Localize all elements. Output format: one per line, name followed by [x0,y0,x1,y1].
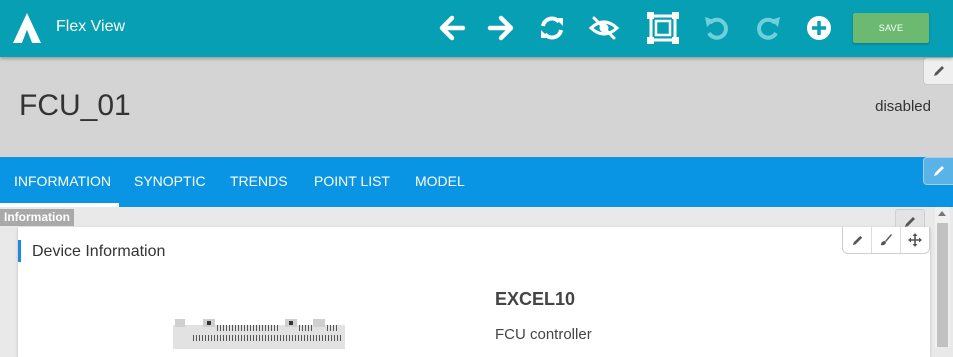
undo-icon [701,12,733,44]
scrollbar-thumb[interactable] [937,223,948,347]
card-style-button[interactable] [872,227,901,253]
tab-bar: INFORMATION SYNOPTIC TRENDS POINT LIST M… [0,157,953,207]
refresh-icon[interactable] [536,12,568,44]
device-header: FCU_01 disabled [0,57,953,157]
tab-point-list[interactable]: POINT LIST [300,157,404,207]
eye-slash-icon[interactable] [588,12,620,44]
pencil-icon [934,66,944,76]
pencil-icon [934,166,944,176]
scroll-up-arrow-icon[interactable] [938,211,946,216]
back-arrow-icon[interactable] [436,12,468,44]
section-label: Information [0,209,74,226]
tab-information[interactable]: INFORMATION [0,157,119,207]
select-frame-icon[interactable] [645,10,681,46]
device-model-description: FCU controller [495,326,592,343]
card-title: Device Information [32,243,166,260]
device-model-name: EXCEL10 [495,289,576,309]
brush-icon [881,234,892,246]
device-name: FCU_01 [19,89,131,122]
save-button[interactable]: SAVE [853,13,929,43]
tab-synoptic[interactable]: SYNOPTIC [120,157,220,207]
status-text: disabled [875,98,931,115]
tab-model[interactable]: MODEL [401,157,479,207]
device-image [173,319,345,349]
content-area: Information Device Information EXCEL10 F… [0,207,953,357]
move-icon [908,233,922,247]
app-title: Flex View [56,18,126,35]
top-bar: Flex View SAVE [0,0,953,57]
device-information-card: Device Information EXCEL10 FCU controlle… [18,227,930,357]
app-logo-icon [13,13,41,43]
vertical-scrollbar[interactable] [935,207,950,347]
header-edit-button[interactable] [923,57,953,85]
add-circle-icon[interactable] [803,12,835,44]
card-toolbar [842,227,930,254]
card-accent [18,240,21,262]
tab-trends[interactable]: TRENDS [216,157,302,207]
pencil-icon [852,235,862,245]
card-edit-button[interactable] [843,227,872,253]
forward-arrow-icon[interactable] [485,12,517,44]
redo-icon [752,12,784,44]
tabs-edit-button[interactable] [923,157,953,185]
card-move-button[interactable] [901,227,929,253]
